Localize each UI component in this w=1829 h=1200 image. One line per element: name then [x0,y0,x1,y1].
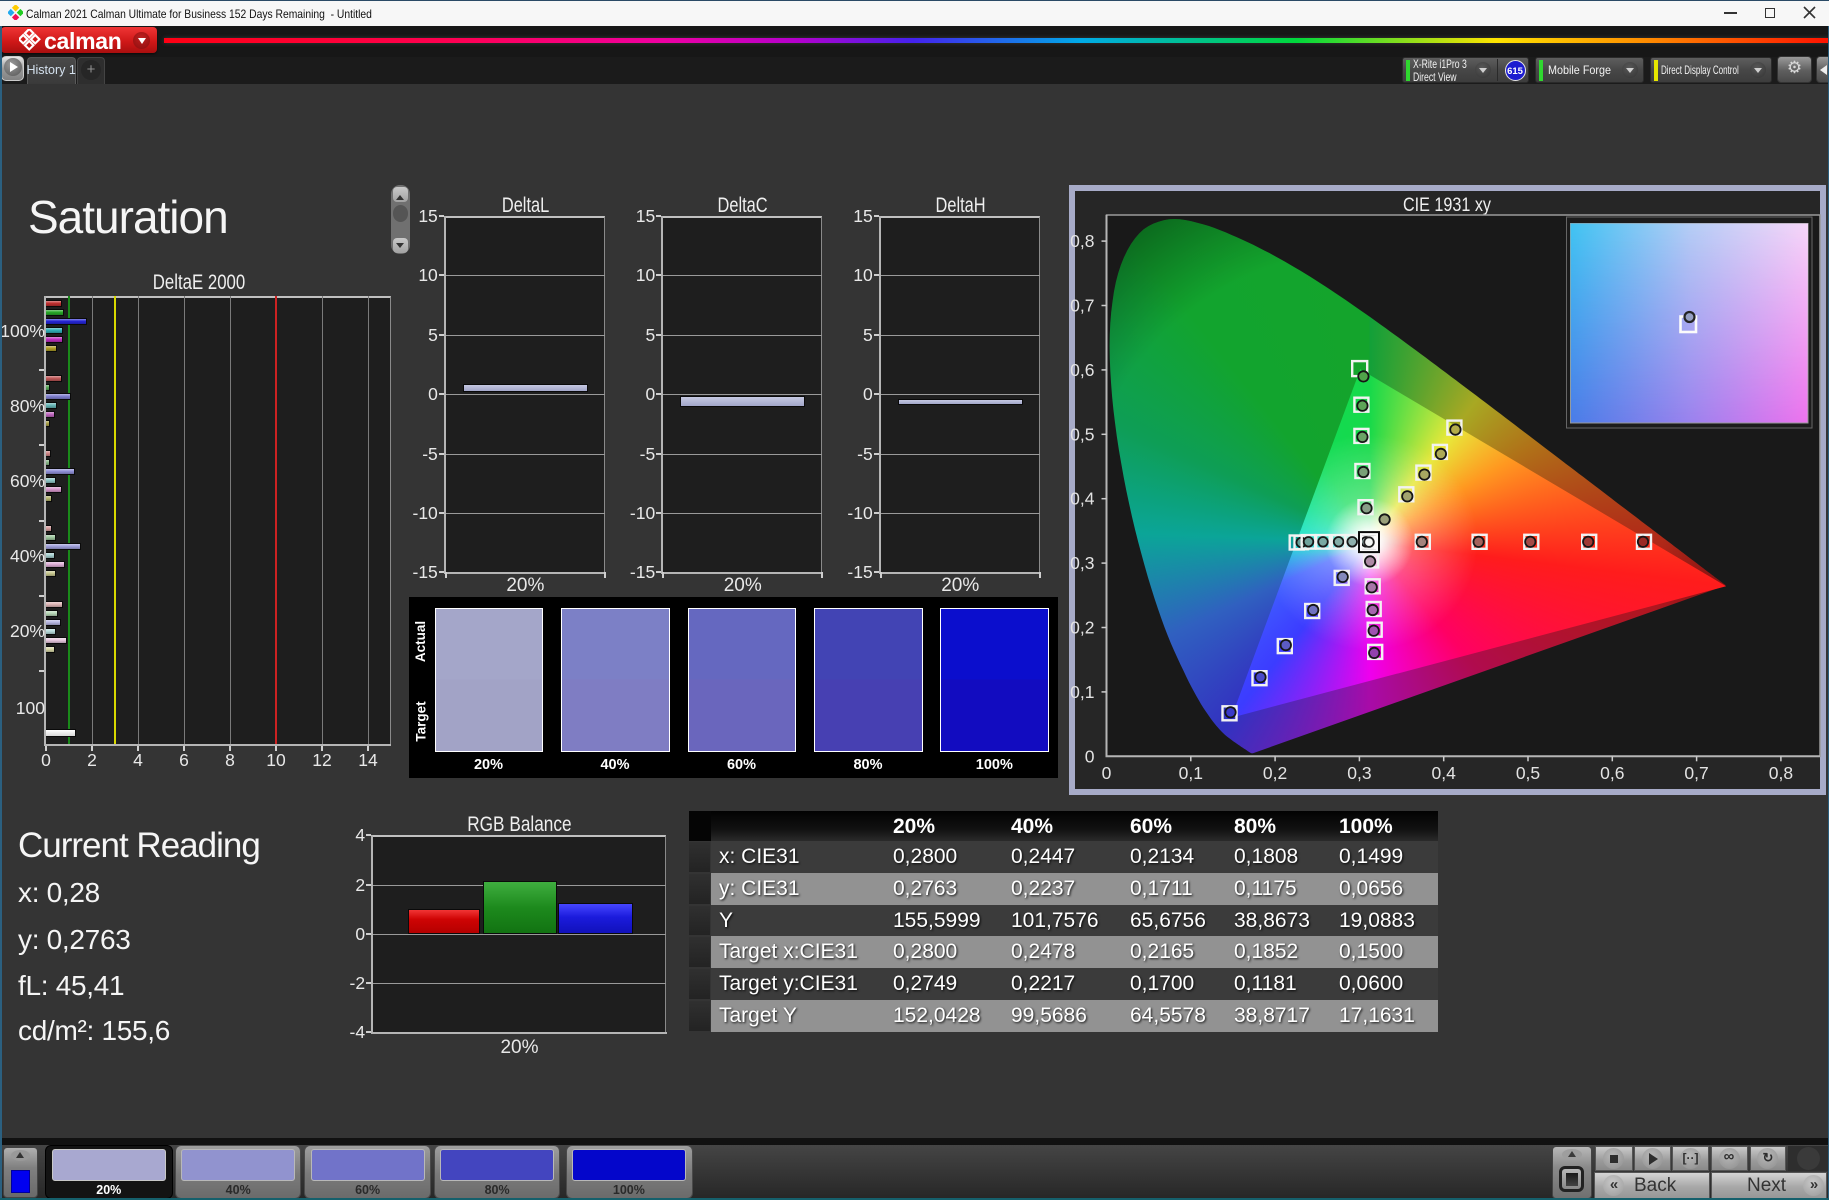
svg-text:0,8: 0,8 [1070,231,1094,251]
svg-text:0,8: 0,8 [1769,763,1793,783]
svg-text:0,6: 0,6 [1600,763,1624,783]
svg-text:0,4: 0,4 [1432,763,1457,783]
svg-text:0,2: 0,2 [1263,763,1287,783]
svg-text:0: 0 [1085,746,1095,766]
svg-text:0,2: 0,2 [1070,618,1094,638]
svg-text:0,1: 0,1 [1070,682,1094,702]
svg-text:0,7: 0,7 [1684,763,1708,783]
svg-text:0,5: 0,5 [1070,424,1094,444]
svg-text:0,7: 0,7 [1070,296,1094,316]
svg-text:0,3: 0,3 [1347,763,1371,783]
svg-text:0,6: 0,6 [1070,360,1094,380]
svg-text:0,4: 0,4 [1070,489,1095,509]
svg-text:0,5: 0,5 [1516,763,1540,783]
svg-text:0: 0 [1102,763,1112,783]
svg-text:CIE 1931 xy: CIE 1931 xy [1403,194,1491,216]
svg-text:0,3: 0,3 [1070,553,1094,573]
svg-text:0,1: 0,1 [1179,763,1203,783]
